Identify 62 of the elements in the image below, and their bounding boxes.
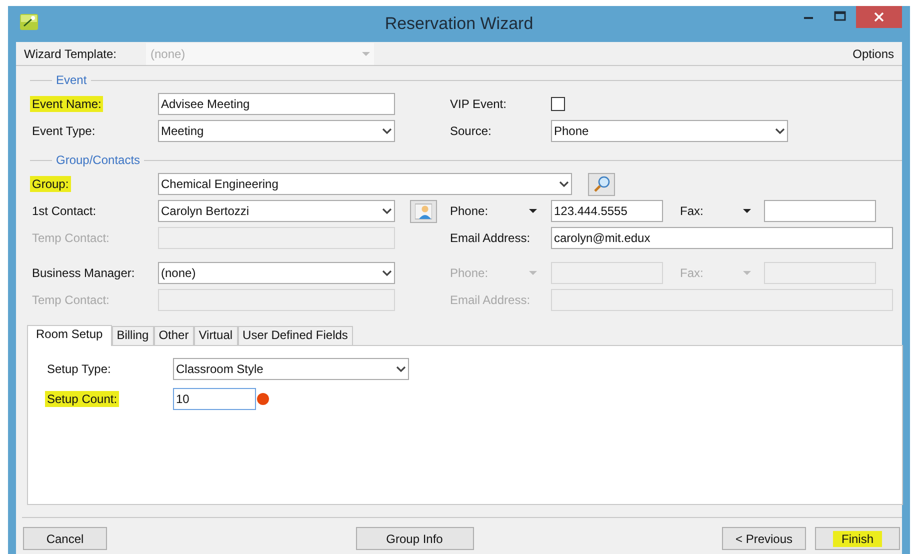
chevron-down-icon [382,208,392,214]
text-field[interactable]: carolyn@mit.edux [551,227,893,249]
dropdown[interactable]: Classroom Style [173,358,409,380]
field-label: Temp Contact: [31,230,110,246]
caret-icon [362,52,370,56]
dialog-button[interactable]: Finish [815,527,900,550]
options-menu[interactable]: Options [852,44,894,62]
chevron-down-icon [775,128,785,134]
field-label: Fax: [680,203,704,220]
field-label: Setup Type: [46,361,112,377]
field-label: Setup Count: [45,391,120,407]
field-label: Event Type: [31,123,96,139]
tab[interactable]: Billing [112,326,154,345]
section-legend: Group/Contacts [52,151,144,169]
field-label: Phone: [450,265,488,282]
dropdown[interactable]: Chemical Engineering [158,173,572,195]
dialog-button[interactable]: Group Info [356,527,474,550]
window-title: Reservation Wizard [384,14,534,33]
field-label: Email Address: [450,293,530,307]
app-icon [20,14,38,30]
contact-card-button[interactable] [410,200,437,222]
field-label: Event Name: [30,96,104,112]
field-label: Wizard Template: [24,46,116,62]
dropdown[interactable]: Carolyn Bertozzi [158,200,395,222]
person-icon [415,202,432,220]
text-field[interactable] [764,200,876,222]
chevron-down-icon [396,366,406,372]
field-label: Source: [450,124,492,138]
text-field[interactable]: 123.444.5555 [551,200,663,222]
field-label: Phone: [450,203,488,220]
field-label: Group: [30,176,71,192]
chevron-down-icon [382,270,392,276]
text-field[interactable]: Advisee Meeting [158,93,395,115]
maximize-icon [834,11,846,21]
close-icon [874,12,884,22]
close-button[interactable] [856,6,902,28]
field-label: VIP Event: [450,97,506,111]
tab[interactable]: Other [154,326,194,345]
dialog-button[interactable]: Cancel [23,527,107,550]
field-label: Business Manager: [31,265,136,281]
tab[interactable]: Room Setup [27,325,112,346]
dropdown[interactable]: Phone [551,120,788,142]
dropdown[interactable]: Meeting [158,120,395,142]
chevron-down-icon [559,180,569,188]
caret-icon [743,209,751,213]
dropdown[interactable]: (none) [158,262,395,284]
field-label: 1st Contact: [31,203,98,219]
field-label: Temp Contact: [31,292,110,308]
section-legend: Event [52,71,91,89]
caret-icon [529,209,537,213]
dialog-button[interactable]: < Previous [722,527,806,550]
search-icon [593,176,610,192]
search-button[interactable] [588,172,615,196]
field-label: Email Address: [450,231,530,245]
chevron-down-icon [382,128,392,134]
text-field[interactable]: 10 [173,388,256,410]
caret-icon [529,271,537,275]
tab[interactable]: User Defined Fields [238,326,353,345]
caret-icon [743,271,751,275]
tab[interactable]: Virtual [194,326,238,345]
checkbox[interactable] [551,97,565,111]
field-label: Fax: [680,265,704,282]
